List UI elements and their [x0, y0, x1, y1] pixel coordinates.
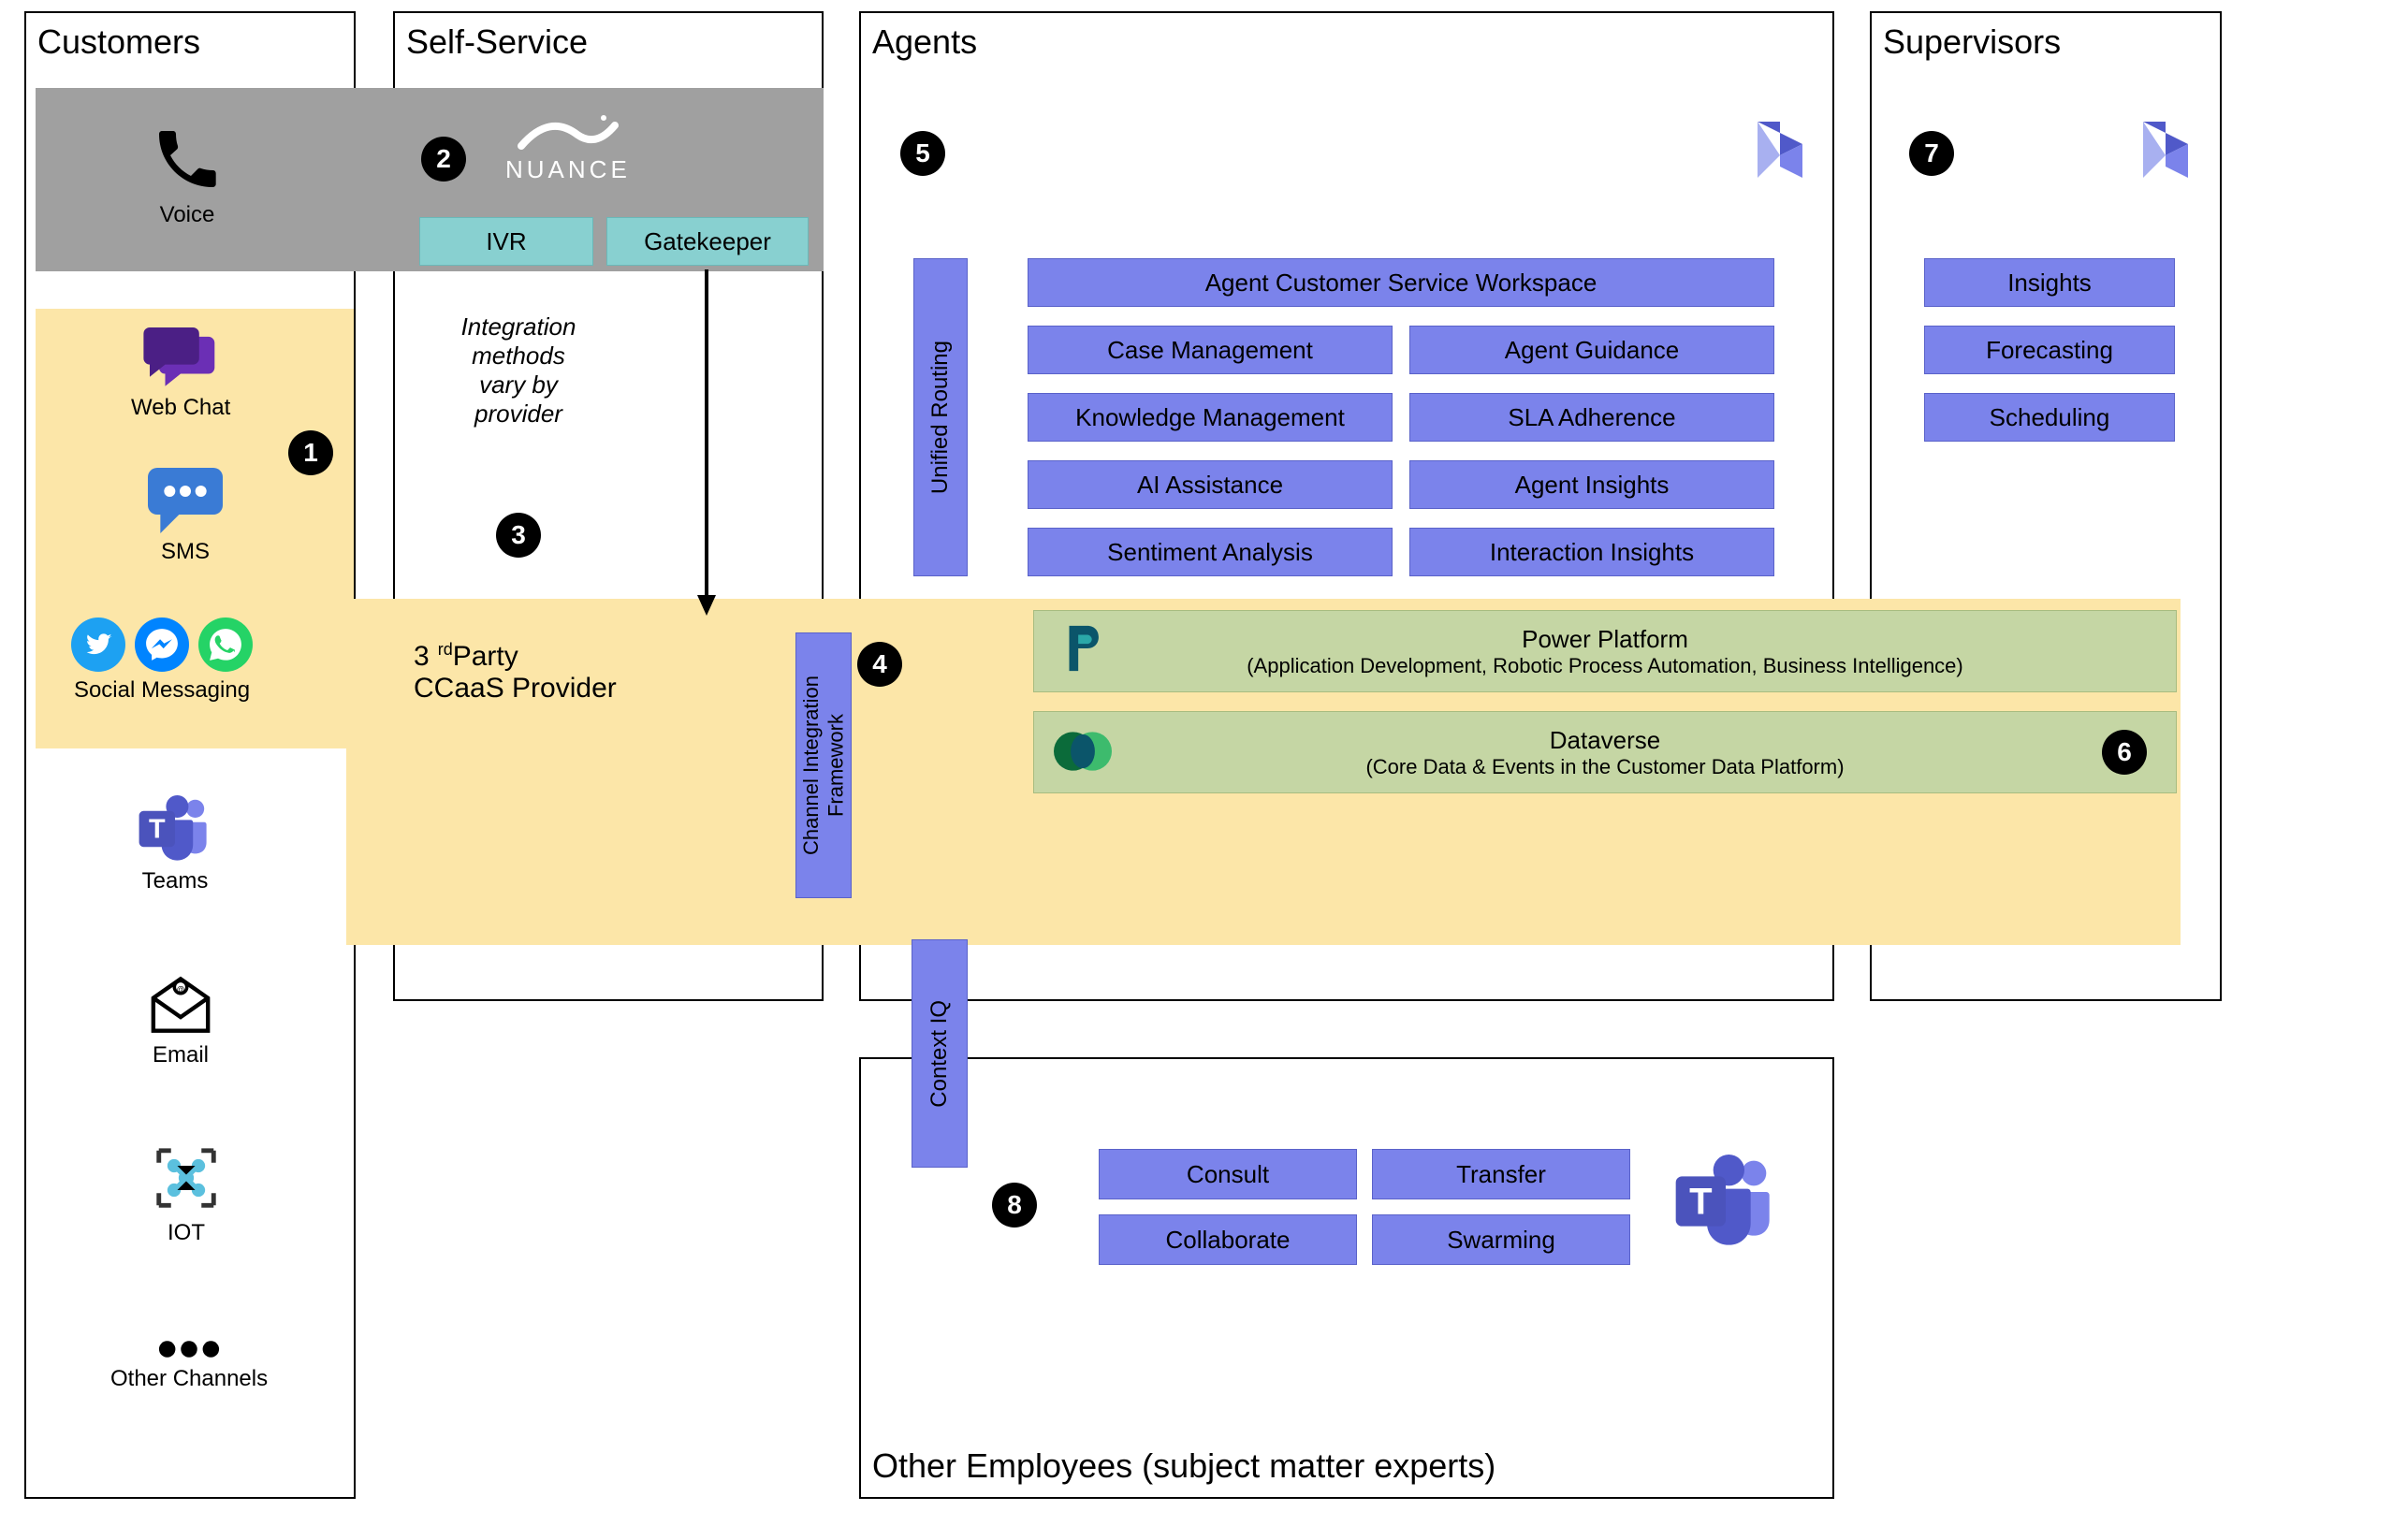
svg-text:@: @: [177, 984, 185, 994]
ccaas-label: 3 Partyrd CCaaS Provider: [414, 640, 617, 705]
agent-left-0: Case Management: [1028, 326, 1393, 374]
teams-icon-other: T: [1675, 1155, 1776, 1248]
sms-label: SMS: [161, 539, 210, 565]
iot-icon: [150, 1141, 223, 1214]
email-icon: @: [148, 973, 213, 1037]
other-label: Other Channels: [110, 1366, 268, 1392]
agent-right-1: SLA Adherence: [1409, 393, 1774, 442]
dataverse-icon: [1054, 726, 1112, 777]
workspace-box: Agent Customer Service Workspace: [1028, 258, 1774, 307]
supervisor-0: Insights: [1924, 258, 2175, 307]
power-platform-icon: [1056, 621, 1110, 676]
arrow-down: [693, 269, 721, 616]
twitter-icon: [71, 617, 125, 672]
agents-title: Agents: [872, 22, 977, 62]
phone-icon: [150, 122, 225, 196]
other-employees-title: Other Employees (subject matter experts): [872, 1446, 1495, 1486]
customers-title: Customers: [37, 22, 200, 62]
whatsapp-icon: [198, 617, 253, 672]
agent-left-3: Sentiment Analysis: [1028, 528, 1393, 576]
channel-other: Other Channels: [110, 1338, 268, 1392]
unified-routing-box: Unified Routing: [913, 258, 968, 576]
gatekeeper-box: Gatekeeper: [606, 217, 809, 266]
badge-1: 1: [288, 430, 333, 475]
channel-email: @ Email: [148, 973, 213, 1068]
svg-text:T: T: [149, 815, 166, 845]
agent-right-2: Agent Insights: [1409, 460, 1774, 509]
nuance-logo: NUANCE: [505, 109, 631, 184]
channel-teams: T Teams: [139, 795, 212, 894]
cif-box: Channel IntegrationFramework: [795, 632, 852, 898]
social-label: Social Messaging: [74, 677, 250, 704]
badge-7: 7: [1909, 131, 1954, 176]
selfservice-title: Self-Service: [406, 22, 588, 62]
other-employees-panel: [859, 1057, 1834, 1499]
nuance-swoosh-icon: [512, 109, 624, 155]
badge-8: 8: [992, 1183, 1037, 1228]
teams-icon: T: [139, 795, 212, 863]
dataverse-box: Dataverse (Core Data & Events in the Cus…: [1033, 711, 2177, 793]
power-platform-box: Power Platform (Application Development,…: [1033, 610, 2177, 692]
agent-left-2: AI Assistance: [1028, 460, 1393, 509]
other-tr: Transfer: [1372, 1149, 1630, 1199]
badge-2: 2: [421, 137, 466, 182]
messenger-icon: [135, 617, 189, 672]
svg-text:T: T: [1689, 1181, 1712, 1222]
contextiq-box: Context IQ: [912, 939, 968, 1168]
sms-icon: [148, 468, 223, 533]
badge-3: 3: [496, 513, 541, 558]
iot-label: IOT: [168, 1220, 205, 1246]
dynamics-icon-supervisors: [2132, 116, 2199, 183]
agent-left-1: Knowledge Management: [1028, 393, 1393, 442]
agent-right-3: Interaction Insights: [1409, 528, 1774, 576]
supervisor-1: Forecasting: [1924, 326, 2175, 374]
badge-6: 6: [2102, 730, 2147, 775]
channel-iot: IOT: [150, 1141, 223, 1246]
supervisor-2: Scheduling: [1924, 393, 2175, 442]
channel-webchat: Web Chat: [131, 327, 230, 421]
email-label: Email: [153, 1042, 209, 1068]
badge-5: 5: [900, 131, 945, 176]
channel-social: Social Messaging: [71, 617, 253, 704]
other-tl: Consult: [1099, 1149, 1357, 1199]
ellipsis-icon: [156, 1338, 222, 1360]
dynamics-icon-agents: [1746, 116, 1814, 183]
teams-label: Teams: [142, 868, 209, 894]
badge-4: 4: [857, 642, 902, 687]
agent-right-0: Agent Guidance: [1409, 326, 1774, 374]
channel-sms: SMS: [148, 468, 223, 565]
other-bl: Collaborate: [1099, 1214, 1357, 1265]
voice-label: Voice: [160, 202, 215, 228]
supervisors-title: Supervisors: [1883, 22, 2061, 62]
integration-note: Integration methods vary by provider: [425, 312, 612, 429]
webchat-label: Web Chat: [131, 395, 230, 421]
channel-voice: Voice: [150, 122, 225, 228]
chat-bubble-icon: [143, 327, 218, 389]
ivr-box: IVR: [419, 217, 593, 266]
other-br: Swarming: [1372, 1214, 1630, 1265]
